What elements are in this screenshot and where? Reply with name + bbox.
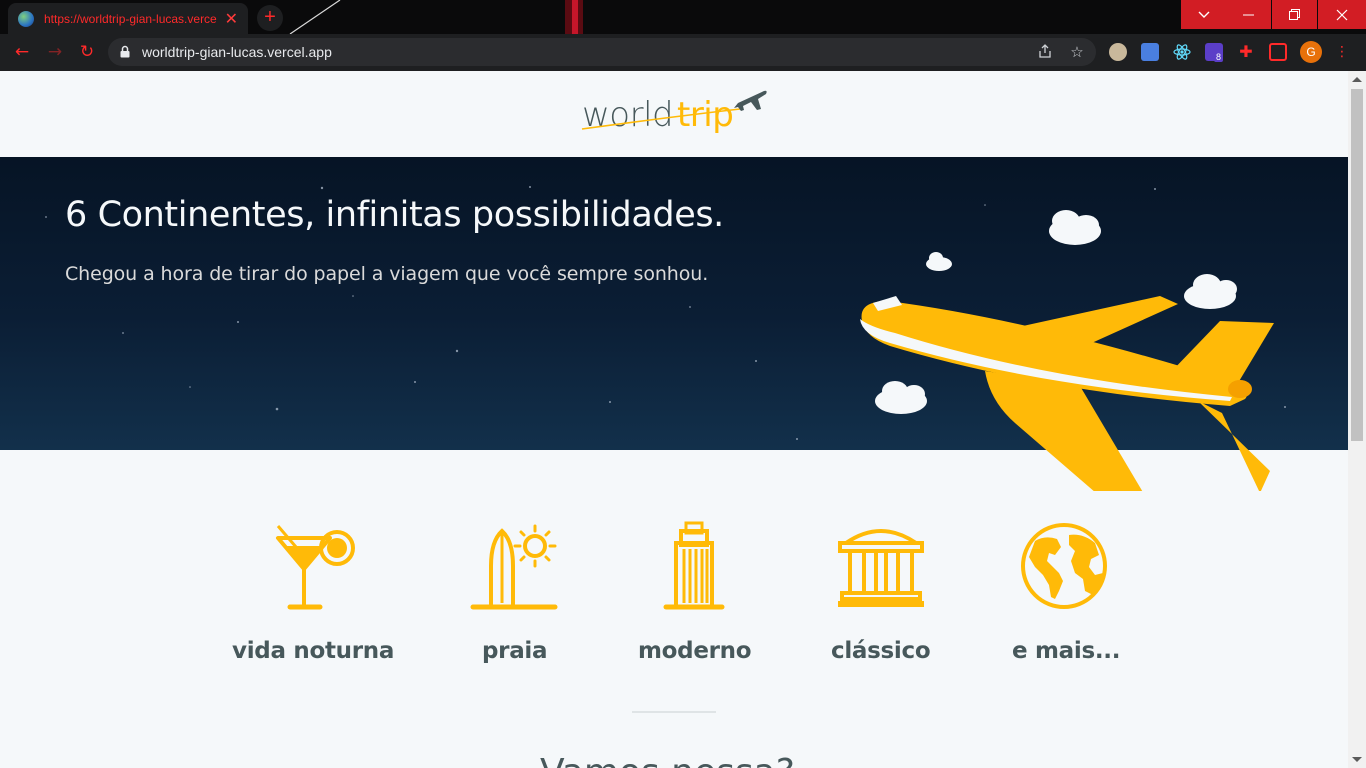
cocktail-icon [268, 521, 358, 611]
extension-owl-icon[interactable] [1109, 43, 1127, 61]
extension-translate-icon[interactable] [1141, 43, 1159, 61]
extension-react-icon[interactable] [1173, 43, 1191, 61]
forward-arrow-icon[interactable]: → [45, 42, 65, 62]
browser-tab-bar: https://worldtrip-gian-lucas.vercel.app … [0, 0, 1366, 34]
section-divider [632, 711, 716, 713]
address-bar[interactable]: worldtrip-gian-lucas.vercel.app ☆ [108, 38, 1096, 66]
minimize-icon [1243, 14, 1254, 15]
skyscraper-icon [649, 521, 739, 611]
surfboard-sun-icon [469, 521, 559, 611]
cloud-icon [875, 381, 927, 414]
logo-airplane-icon [581, 90, 767, 130]
reload-icon[interactable]: ↻ [77, 42, 97, 62]
extension-graduation-icon[interactable]: 8 [1205, 43, 1224, 62]
globe-favicon-icon [18, 10, 34, 27]
wallpaper-decoration [289, 0, 583, 34]
scroll-up-arrow-icon[interactable] [1352, 77, 1362, 82]
share-icon[interactable] [1036, 43, 1054, 61]
chevron-down-icon [1198, 11, 1209, 18]
cloud-icon [926, 252, 952, 271]
url-text: worldtrip-gian-lucas.vercel.app [142, 44, 332, 60]
hero-title: 6 Continentes, infinitas possibilidades. [65, 195, 724, 235]
cloud-icon [1184, 274, 1237, 309]
side-panel-icon[interactable] [1269, 43, 1287, 61]
bookmark-star-icon[interactable]: ☆ [1068, 43, 1086, 61]
tab-close-icon[interactable]: ✕ [225, 10, 238, 27]
airplane-illustration [860, 210, 1274, 491]
browser-tab-active[interactable]: https://worldtrip-gian-lucas.vercel.app … [8, 3, 248, 34]
extension-badge: 8 [1214, 52, 1224, 62]
museum-icon [836, 521, 926, 611]
page-content: world trip 6 Continentes, infinitas poss… [0, 71, 1348, 768]
close-icon [1336, 9, 1348, 20]
minimize-button[interactable] [1226, 0, 1271, 29]
site-header: world trip [0, 71, 1348, 157]
type-label-moderno: moderno [638, 638, 752, 664]
lock-icon [120, 45, 130, 58]
close-window-button[interactable] [1318, 0, 1366, 29]
page-scrollbar[interactable] [1348, 71, 1366, 768]
back-arrow-icon[interactable]: ← [12, 42, 32, 62]
tab-search-button[interactable] [1181, 0, 1226, 29]
type-label-vida-noturna: vida noturna [232, 638, 395, 664]
profile-avatar[interactable]: G [1300, 41, 1322, 63]
type-label-classico: clássico [831, 638, 931, 664]
restore-button[interactable] [1272, 0, 1317, 29]
hero-subtitle: Chegou a hora de tirar do papel a viagem… [65, 263, 709, 285]
scrollbar-thumb[interactable] [1351, 89, 1363, 441]
extensions-puzzle-icon[interactable]: ✚ [1237, 43, 1255, 61]
tab-title: https://worldtrip-gian-lucas.vercel.app [44, 11, 217, 26]
globe-icon [1019, 521, 1109, 611]
restore-icon [1289, 9, 1300, 20]
type-label-e-mais: e mais... [1012, 638, 1121, 664]
scroll-down-arrow-icon[interactable] [1352, 757, 1362, 762]
worldtrip-logo[interactable]: world trip [580, 87, 770, 139]
section-heading: Vamos nessa? [540, 752, 795, 768]
new-tab-button[interactable]: + [257, 5, 283, 31]
menu-dots-icon[interactable]: ⋮ [1332, 42, 1352, 62]
browser-toolbar: ← → ↻ worldtrip-gian-lucas.vercel.app ☆ … [0, 34, 1366, 71]
type-label-praia: praia [482, 638, 548, 664]
cloud-icon [1049, 210, 1101, 245]
